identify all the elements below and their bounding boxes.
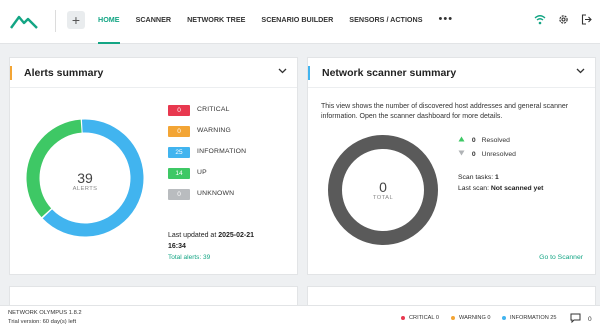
go-to-scanner-link[interactable]: Go to Scanner — [539, 254, 583, 261]
mountain-logo-icon[interactable] — [10, 12, 38, 30]
up-count-badge: 14 — [168, 168, 190, 179]
message-count: 0 — [588, 316, 592, 323]
footer-information-status[interactable]: INFORMATION 25 — [502, 315, 557, 321]
nav-sensors-actions[interactable]: SENSORS / ACTIONS — [349, 0, 422, 44]
settings-icon[interactable] — [558, 14, 569, 25]
legend-critical[interactable]: 0 CRITICAL — [168, 105, 288, 116]
card-accent-bar — [10, 66, 12, 80]
status-footer: NETWORK OLYMPUS 1.8.2 Trial version: 60 … — [0, 305, 600, 332]
last-updated: Last updated at 2025-02-21 16:34 — [168, 230, 278, 252]
last-scan-label: Last scan: — [458, 185, 489, 192]
wifi-icon[interactable] — [534, 14, 546, 25]
card-header: Alerts summary — [10, 58, 297, 88]
unresolved-label: Unresolved — [481, 151, 516, 158]
footer-critical-status[interactable]: CRITICAL 0 — [401, 315, 439, 321]
footer-information-label: INFORMATION 25 — [510, 315, 557, 321]
main-nav: HOME SCANNER NETWORK TREE SCENARIO BUILD… — [98, 0, 453, 44]
legend-up[interactable]: 14 UP — [168, 168, 288, 179]
header-actions — [534, 14, 592, 25]
information-dot-icon — [502, 316, 506, 320]
information-count-badge: 25 — [168, 147, 190, 158]
critical-count-badge: 0 — [168, 105, 190, 116]
last-scan: Last scan: Not scanned yet — [458, 185, 543, 192]
unresolved-row: 0 Unresolved — [458, 150, 516, 158]
nav-scenario-builder[interactable]: SCENARIO BUILDER — [261, 0, 333, 44]
logout-icon[interactable] — [581, 14, 592, 25]
alerts-center-label: ALERTS — [72, 186, 98, 192]
warning-count-badge: 0 — [168, 126, 190, 137]
legend-information[interactable]: 25 INFORMATION — [168, 147, 288, 158]
more-menu-button[interactable]: ••• — [439, 0, 454, 44]
alerts-total: 39 — [77, 170, 93, 186]
scanner-total: 0 — [379, 179, 387, 195]
legend-label: WARNING — [197, 127, 231, 134]
resolved-count: 0 — [471, 137, 476, 144]
unknown-count-badge: 0 — [168, 189, 190, 200]
last-updated-time: 16:34 — [168, 243, 186, 250]
footer-warning-label: WARNING 0 — [459, 315, 491, 321]
critical-dot-icon — [401, 316, 405, 320]
lower-right-card — [307, 286, 596, 306]
trial-status: Trial version: 60 day(s) left — [8, 319, 77, 325]
triangle-up-icon — [458, 136, 465, 142]
last-updated-date: 2025-02-21 — [218, 232, 255, 239]
footer-critical-label: CRITICAL 0 — [409, 315, 439, 321]
legend-label: CRITICAL — [197, 106, 230, 113]
chevron-down-icon[interactable] — [278, 68, 287, 74]
scan-tasks: Scan tasks: 1 — [458, 174, 499, 181]
legend-unknown[interactable]: 0 UNKNOWN — [168, 189, 288, 200]
alerts-summary-card: Alerts summary 39 ALERTS 0 CRITICAL 0 WA… — [9, 57, 298, 275]
card-title: Network scanner summary — [322, 67, 457, 79]
card-accent-bar — [308, 66, 310, 80]
card-header: Network scanner summary — [308, 58, 595, 88]
nav-home[interactable]: HOME — [98, 0, 120, 44]
add-button[interactable]: + — [67, 11, 85, 29]
warning-dot-icon — [451, 316, 455, 320]
chevron-down-icon[interactable] — [576, 68, 585, 74]
legend-label: UP — [197, 169, 207, 176]
resolved-label: Resolved — [481, 137, 510, 144]
unresolved-count: 0 — [471, 151, 476, 158]
nav-divider — [55, 10, 56, 32]
triangle-down-icon — [458, 150, 465, 156]
top-navigation-bar: + HOME SCANNER NETWORK TREE SCENARIO BUI… — [0, 0, 600, 44]
legend-label: INFORMATION — [197, 148, 247, 155]
resolved-row: 0 Resolved — [458, 136, 510, 144]
legend-warning[interactable]: 0 WARNING — [168, 126, 288, 137]
nav-network-tree[interactable]: NETWORK TREE — [187, 0, 245, 44]
legend-label: UNKNOWN — [197, 190, 235, 197]
last-updated-prefix: Last updated at — [168, 232, 217, 239]
product-version: NETWORK OLYMPUS 1.8.2 — [8, 310, 82, 316]
scan-tasks-value: 1 — [495, 174, 499, 181]
scanner-center-label: TOTAL — [372, 195, 394, 201]
last-scan-value: Not scanned yet — [490, 185, 544, 192]
footer-warning-status[interactable]: WARNING 0 — [451, 315, 491, 321]
message-icon[interactable] — [570, 313, 581, 323]
scan-tasks-label: Scan tasks: — [458, 174, 494, 181]
network-scanner-summary-card: Network scanner summary This view shows … — [307, 57, 596, 275]
total-alerts-link[interactable]: Total alerts: 39 — [168, 254, 210, 261]
nav-scanner[interactable]: SCANNER — [136, 0, 172, 44]
lower-left-card — [9, 286, 298, 306]
scanner-description: This view shows the number of discovered… — [321, 103, 569, 120]
card-title: Alerts summary — [24, 67, 104, 79]
